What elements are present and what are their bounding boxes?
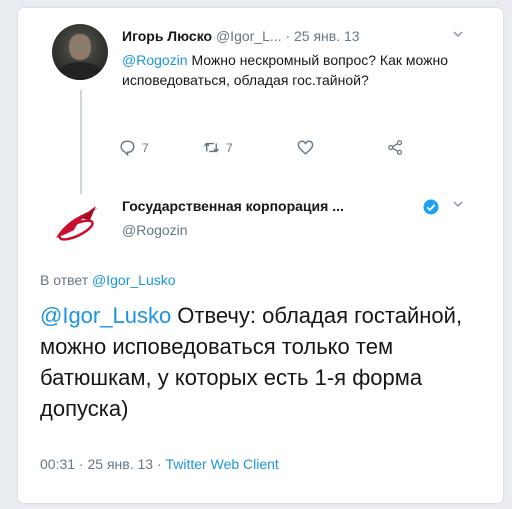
reply-tweet-text: @Rogozin Можно нескромный вопрос? Как мо…	[122, 50, 477, 90]
reply-action[interactable]: 7	[118, 138, 149, 157]
reply-author-line: Игорь Люско @Igor_L... · 25 янв. 13	[122, 28, 360, 44]
chevron-down-icon[interactable]	[453, 29, 463, 41]
chevron-down-icon[interactable]	[453, 199, 463, 211]
avatar[interactable]	[52, 24, 108, 80]
retweet-action[interactable]: 7	[202, 138, 233, 157]
reply-prefix: В ответ	[40, 272, 93, 288]
thread-line	[80, 90, 82, 194]
tweet-timestamp[interactable]: 00:31 · 25 янв. 13 ·	[40, 456, 165, 472]
roscosmos-logo-icon	[56, 206, 98, 241]
tweet-actions: 7 7	[118, 138, 418, 162]
author-name[interactable]: Игорь Люско	[122, 28, 212, 44]
reply-target-link[interactable]: @Igor_Lusko	[92, 272, 175, 288]
mention-link[interactable]: @Igor_Lusko	[40, 303, 171, 328]
verified-icon	[422, 198, 440, 216]
avatar[interactable]	[50, 194, 106, 250]
mention-link[interactable]: @Rogozin	[122, 52, 188, 68]
author-handle[interactable]: @Igor_L...	[216, 28, 282, 44]
avatar-shoulders	[58, 62, 102, 80]
retweet-count: 7	[226, 140, 233, 155]
share-action[interactable]	[386, 138, 405, 157]
reply-count: 7	[142, 140, 149, 155]
avatar-face	[69, 34, 91, 60]
share-icon	[388, 140, 403, 155]
like-icon	[297, 140, 314, 155]
retweet-icon	[203, 142, 220, 153]
tweet-date[interactable]: · 25 янв. 13	[285, 28, 359, 44]
author-name[interactable]: Государственная корпорация ...	[122, 198, 344, 214]
tweet-meta: 00:31 · 25 янв. 13 · Twitter Web Client	[40, 456, 279, 472]
client-link[interactable]: Twitter Web Client	[165, 456, 278, 472]
main-tweet-text: @Igor_Lusko Отвечу: обладая гостайной, м…	[40, 300, 480, 424]
reply-context: В ответ @Igor_Lusko	[40, 272, 176, 288]
reply-icon	[120, 140, 135, 157]
like-action[interactable]	[296, 138, 315, 157]
author-handle[interactable]: @Rogozin	[122, 222, 188, 238]
